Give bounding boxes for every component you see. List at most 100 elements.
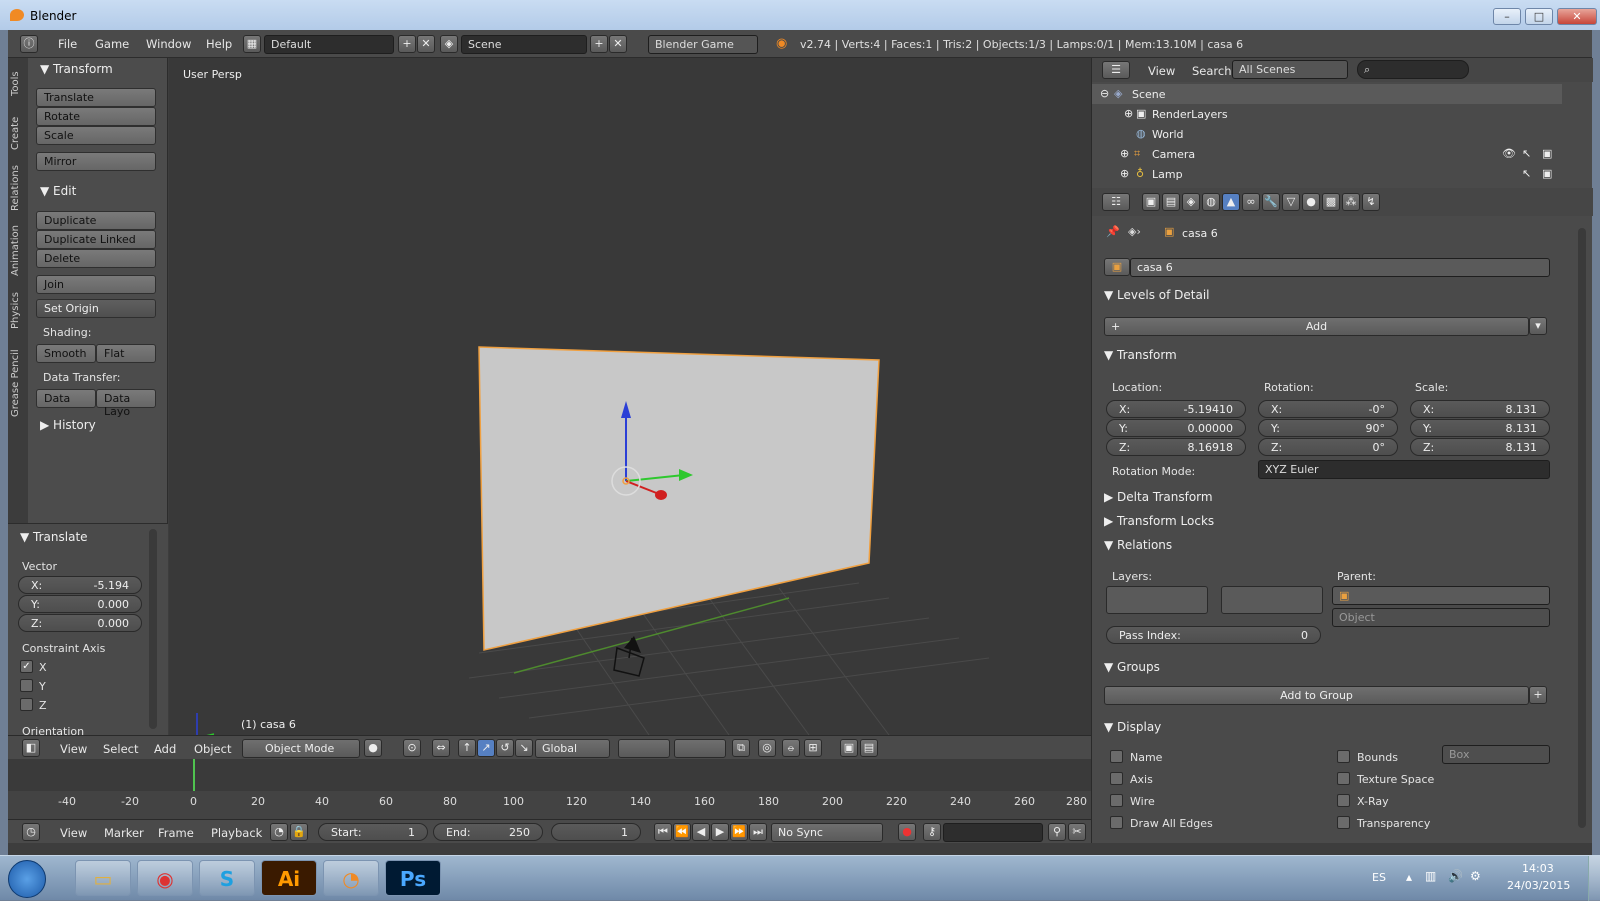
snap-toggle-icon[interactable]: ⦵ [782,739,800,757]
screen-layout-icon[interactable]: ▦ [243,35,261,53]
add-scene-icon[interactable]: + [590,35,608,53]
properties-editor-icon[interactable]: ☷ [1102,193,1130,211]
insert-keyframe-icon[interactable]: ⚲ [1048,823,1066,841]
layout-field[interactable]: Default [264,35,394,54]
clock-time[interactable]: 14:03 [1522,862,1554,875]
play-reverse-icon[interactable]: ◀ [692,823,710,841]
tab-grease-pencil[interactable]: Grease Pencil [10,338,26,428]
lock-range-icon[interactable]: 🔒 [290,823,308,841]
collapse-icon[interactable]: ⊖ [1100,87,1109,100]
editor-type-icon[interactable]: ⓘ [20,35,38,53]
location-x-field[interactable]: X: -5.19410 [1106,400,1246,418]
close-window-button[interactable]: ✕ [1557,8,1597,25]
display-header[interactable]: ▼ Display [1104,720,1161,734]
world-tab-icon[interactable]: ◍ [1202,193,1220,211]
maximize-button[interactable]: □ [1525,8,1553,25]
vp-menu-select[interactable]: Select [103,742,138,756]
renderlayers-tab-icon[interactable]: ▤ [1162,193,1180,211]
proportional-edit-icon[interactable]: ◎ [758,739,776,757]
rotation-z-field[interactable]: Z: 0° [1258,438,1398,456]
duplicate-button[interactable]: Duplicate [36,211,156,230]
constraint-z-checkbox[interactable] [20,698,33,711]
keying-set-icon[interactable]: ⚷ [923,823,941,841]
next-keyframe-icon[interactable]: ⏩ [730,823,748,841]
orientation-select[interactable]: Global [535,739,610,758]
object-name-field[interactable]: casa 6 [1130,258,1550,277]
scale-z-field[interactable]: Z: 8.131 [1410,438,1550,456]
outliner-row-lamp[interactable]: ⊕ ♁ Lamp ↖ ▣ [1092,164,1562,184]
scene-field[interactable]: Scene [461,35,587,54]
render-animation-icon[interactable]: ▤ [860,739,878,757]
remove-layout-icon[interactable]: ✕ [417,35,435,53]
render-engine-select[interactable]: Blender Game [648,35,758,54]
layer-buttons-1[interactable] [618,739,670,758]
display-all-edges-checkbox[interactable] [1110,816,1123,829]
layer-buttons-2[interactable] [674,739,726,758]
material-tab-icon[interactable]: ● [1302,193,1320,211]
display-wire-checkbox[interactable] [1110,794,1123,807]
3d-viewport[interactable]: User Persp (1) casa 6 [169,58,1091,735]
outliner-row-renderlayers[interactable]: ⊕ ▣ RenderLayers [1092,104,1562,124]
tab-tools[interactable]: Tools [10,64,26,104]
tab-relations[interactable]: Relations [10,158,26,218]
remove-scene-icon[interactable]: ✕ [609,35,627,53]
scale-manipulator-icon[interactable]: ↺ [496,739,514,757]
constraints-tab-icon[interactable]: ∞ [1242,193,1260,211]
mode-select[interactable]: Object Mode [242,739,360,758]
start-frame-field[interactable]: Start: 1 [318,823,428,841]
rotation-x-field[interactable]: X: -0° [1258,400,1398,418]
data-tab-icon[interactable]: ▽ [1282,193,1300,211]
vector-x-field[interactable]: X: -5.194 [18,576,142,594]
record-icon[interactable]: ● [898,823,916,841]
show-desktop-button[interactable] [1588,856,1600,901]
constraint-y-checkbox[interactable] [20,679,33,692]
data-transfer-button[interactable]: Data [36,389,96,408]
start-button[interactable] [8,860,46,898]
select-arrow-icon[interactable]: ↖ [1522,147,1531,160]
chrome-taskbar-icon[interactable]: ◉ [137,860,193,896]
tray-app-icon[interactable]: ⚙ [1470,869,1481,883]
sync-select[interactable]: No Sync [771,823,883,842]
modifiers-tab-icon[interactable]: 🔧 [1262,193,1280,211]
jump-end-icon[interactable]: ⏭ [749,823,767,841]
add-group-plus-icon[interactable]: + [1529,686,1547,704]
object-data-icon[interactable]: ▣ [1104,258,1130,276]
object-tab-icon[interactable]: ▲ [1222,193,1240,211]
display-texture-space-checkbox[interactable] [1337,772,1350,785]
jump-start-icon[interactable]: ⏮ [654,823,672,841]
history-panel-header[interactable]: ▶ History [40,418,96,432]
minimize-button[interactable]: – [1493,8,1521,25]
keying-set-field[interactable] [943,823,1043,842]
smooth-button[interactable]: Smooth [36,344,96,363]
properties-scrollbar[interactable] [1578,228,1586,828]
add-layout-icon[interactable]: + [398,35,416,53]
groups-header[interactable]: ▼ Groups [1104,660,1160,674]
tl-menu-view[interactable]: View [60,826,87,840]
network-icon[interactable]: ▥ [1425,869,1436,883]
texture-tab-icon[interactable]: ▩ [1322,193,1340,211]
3d-view-editor-icon[interactable]: ◧ [22,739,40,757]
pass-index-field[interactable]: Pass Index: 0 [1106,626,1321,644]
timeline-area[interactable] [8,759,1091,819]
pivot-point-icon[interactable]: ⊙ [403,739,421,757]
display-transparency-checkbox[interactable] [1337,816,1350,829]
bounds-type-select[interactable]: Box [1442,745,1550,764]
expand-icon[interactable]: ⊕ [1120,147,1129,160]
select-arrow-icon[interactable]: ↖ [1522,167,1531,180]
delta-transform-header[interactable]: ▶ Delta Transform [1104,490,1213,504]
expand-icon[interactable]: ⊕ [1124,107,1133,120]
scene-tab-icon[interactable]: ◈ [1182,193,1200,211]
render-camera-icon[interactable]: ▣ [1542,147,1552,160]
snap-manipulator-icon[interactable]: ↘ [515,739,533,757]
delete-keyframe-icon[interactable]: ✂ [1068,823,1086,841]
scale-y-field[interactable]: Y: 8.131 [1410,419,1550,437]
timeline-editor-icon[interactable]: ◷ [22,823,40,841]
rotation-mode-select[interactable]: XYZ Euler [1258,460,1550,479]
expand-icon[interactable]: ⊕ [1120,167,1129,180]
preview-range-icon[interactable]: ◔ [270,823,288,841]
blender-taskbar-icon[interactable]: ◔ [323,860,379,896]
display-bounds-checkbox[interactable] [1337,750,1350,763]
add-to-group-button[interactable]: Add to Group [1104,686,1529,705]
menu-help[interactable]: Help [206,37,232,51]
add-lod-button[interactable]: + Add [1104,317,1529,336]
